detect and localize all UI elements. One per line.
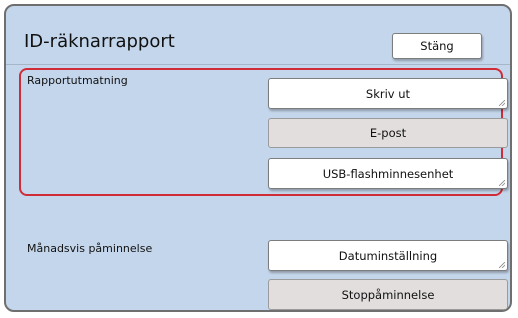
date-setting-button[interactable]: Datuminställning — [268, 240, 508, 271]
print-button[interactable]: Skriv ut — [268, 78, 508, 109]
resize-grip-icon — [499, 262, 505, 268]
close-button[interactable]: Stäng — [392, 33, 482, 59]
resize-grip-icon — [499, 180, 505, 186]
stop-reminder-button-label: Stoppåminnelse — [341, 287, 435, 302]
title-divider — [6, 64, 510, 65]
stop-reminder-button[interactable]: Stoppåminnelse — [268, 279, 508, 310]
report-output-label: Rapportutmatning — [27, 74, 128, 87]
resize-grip-icon — [499, 100, 505, 106]
usb-flash-button-label: USB-flashminnesenhet — [322, 166, 454, 181]
email-button-label: E-post — [369, 126, 407, 140]
date-setting-button-label: Datuminställning — [338, 248, 438, 263]
dialog-title: ID-räknarrapport — [24, 31, 175, 52]
email-button[interactable]: E-post — [268, 118, 508, 148]
print-button-label: Skriv ut — [365, 86, 411, 101]
monthly-reminder-label: Månadsvis påminnelse — [27, 242, 153, 255]
report-dialog: ID-räknarrapport Stäng Rapportutmatning … — [4, 4, 512, 312]
usb-flash-button[interactable]: USB-flashminnesenhet — [268, 158, 508, 189]
